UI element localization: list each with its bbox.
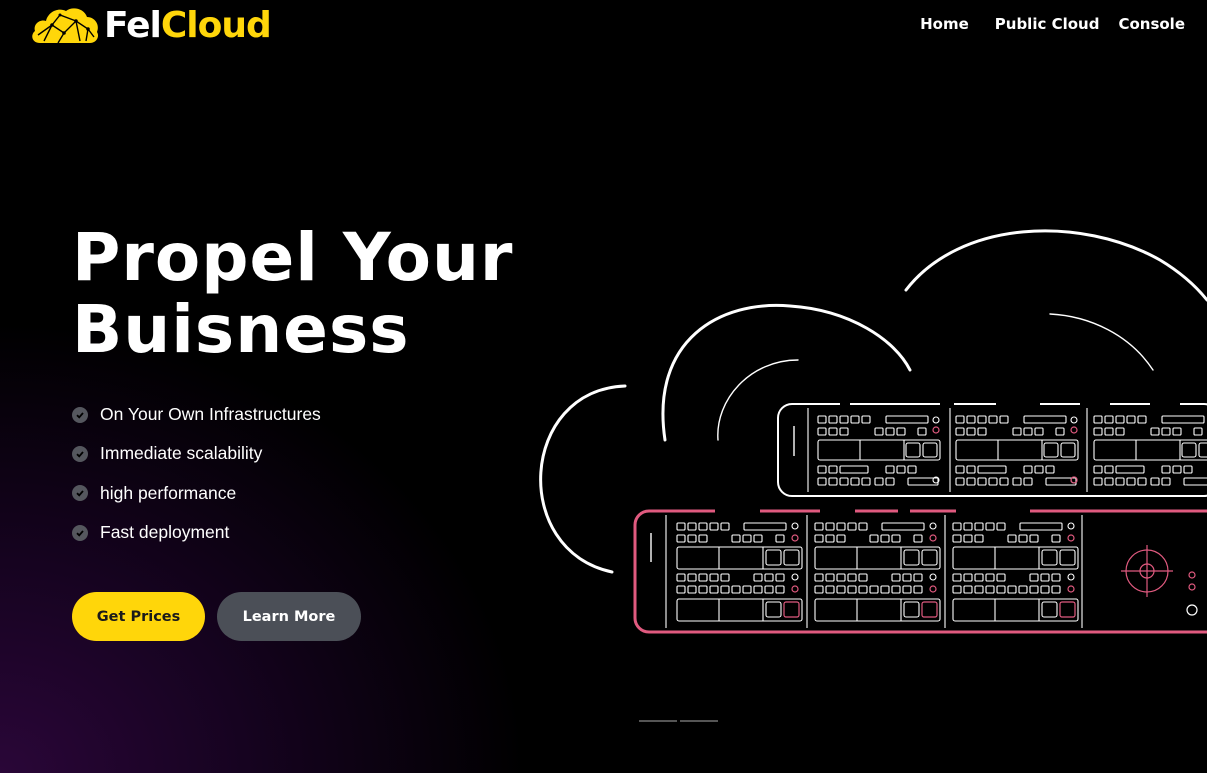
slide-indicator-2[interactable]: [680, 720, 718, 722]
server-rack-top: [777, 402, 1207, 497]
feature-label: Fast deployment: [100, 522, 230, 543]
feature-label: On Your Own Infrastructures: [100, 404, 321, 425]
hero-title-line2: Buisness: [72, 291, 410, 368]
feature-label: high performance: [100, 482, 237, 503]
check-circle-icon: [72, 524, 88, 541]
nav-public-cloud[interactable]: Public Cloud: [969, 14, 1100, 34]
brand-name: FelCloud: [104, 4, 272, 48]
feature-item: On Your Own Infrastructures: [72, 395, 321, 434]
brand-name-cloud: Cloud: [160, 5, 272, 46]
slide-indicator-1[interactable]: [639, 720, 677, 722]
hero-title-line1: Propel Your: [72, 219, 514, 296]
learn-more-button[interactable]: Learn More: [217, 592, 361, 641]
main-nav: Home Public Cloud Console: [920, 14, 1185, 34]
feature-item: high performance: [72, 474, 321, 513]
hero-title: Propel Your Buisness: [72, 222, 513, 366]
check-circle-icon: [72, 445, 88, 462]
check-circle-icon: [72, 406, 88, 423]
brand-name-fel: Fel: [104, 5, 162, 46]
server-rack-bottom: [633, 509, 1207, 634]
feature-item: Fast deployment: [72, 513, 321, 552]
cloud-server-rack-illustration: [539, 229, 1207, 634]
feature-list: On Your Own Infrastructures Immediate sc…: [72, 395, 321, 552]
nav-console[interactable]: Console: [1099, 14, 1185, 34]
feature-item: Immediate scalability: [72, 434, 321, 473]
nav-home[interactable]: Home: [920, 14, 969, 34]
get-prices-button[interactable]: Get Prices: [72, 592, 205, 641]
slider-pagination: [639, 720, 718, 722]
feature-label: Immediate scalability: [100, 443, 263, 464]
check-circle-icon: [72, 485, 88, 502]
cloud-network-icon: [32, 8, 99, 44]
brand-logo[interactable]: FelCloud: [30, 4, 272, 48]
